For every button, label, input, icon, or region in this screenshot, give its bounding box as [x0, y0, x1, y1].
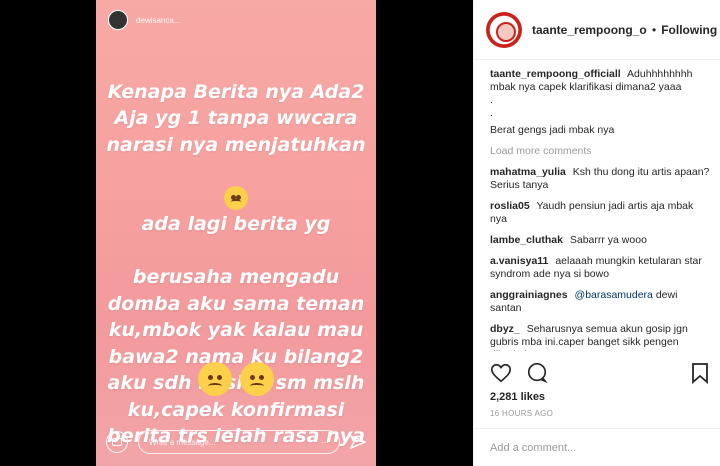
story-header: dewisanca...	[108, 10, 180, 30]
story-emojis	[96, 362, 376, 396]
bookmark-icon[interactable]	[690, 362, 710, 389]
story-text-part3: berusaha mengadu domba aku sama teman ku…	[107, 266, 365, 447]
story-message-placeholder: Write a message...	[149, 437, 216, 447]
caption-username[interactable]: taante_rempoong_officiall	[490, 68, 621, 80]
caption: taante_rempoong_officiall Aduhhhhhhhh mb…	[490, 68, 710, 137]
heart-icon[interactable]	[490, 362, 512, 389]
comment-item: a.vanisya11 aelaaah mungkin ketularan st…	[490, 255, 710, 281]
caption-line: .	[490, 94, 493, 106]
comment-username[interactable]: anggrainiagnes	[490, 289, 568, 301]
comments-list: taante_rempoong_officiall Aduhhhhhhhh mb…	[490, 68, 710, 359]
comment-item: lambe_cluthak Sabarrr ya wooo	[490, 234, 710, 247]
smirk-face-icon	[198, 362, 232, 396]
story-text-line-emoji: ada lagi berita yg	[106, 158, 366, 238]
comment-item: mahatma_yulia Ksh thu dong itu artis apa…	[490, 166, 710, 192]
story-text-part1: Kenapa Berita nya Ada2 Aja yg 1 tanpa ww…	[106, 80, 366, 156]
comment-item: dbyz_ Seharusnya semua akun gosip jgn gu…	[490, 323, 710, 351]
story-message-input: Write a message... ⋯	[138, 430, 340, 454]
following-button[interactable]: Following	[661, 23, 717, 37]
worried-face-icon	[240, 362, 274, 396]
author-avatar[interactable]	[486, 11, 522, 48]
comment-username[interactable]: mahatma_yulia	[490, 166, 566, 178]
comment-username[interactable]: a.vanisya11	[490, 255, 548, 267]
likes-count[interactable]: 2,281 likes	[490, 391, 545, 403]
more-icon: ⋯	[321, 437, 329, 447]
story-avatar	[108, 10, 128, 30]
add-comment-input[interactable]: Add a comment...	[474, 428, 720, 466]
story-text-part2: ada lagi berita yg	[141, 213, 331, 235]
post-sidebar: taante_rempoong_offic... • Following taa…	[473, 0, 720, 466]
comment-username[interactable]: dbyz_	[490, 323, 520, 335]
camera-icon	[106, 431, 128, 453]
post-media: dewisanca... Kenapa Berita nya Ada2 Aja …	[0, 0, 473, 466]
story-username: dewisanca...	[136, 15, 181, 25]
comment-mention[interactable]: @barasamudera	[575, 289, 653, 301]
comment-username[interactable]: roslia05	[490, 200, 530, 212]
comment-username[interactable]: lambe_cluthak	[490, 234, 563, 246]
separator-dot: •	[652, 22, 657, 37]
post-header: taante_rempoong_offic... • Following	[474, 0, 720, 60]
story-screenshot: dewisanca... Kenapa Berita nya Ada2 Aja …	[96, 0, 376, 466]
caption-line: Berat gengs jadi mbak nya	[490, 124, 615, 136]
comment-icon[interactable]	[526, 362, 548, 389]
post-actions	[490, 362, 710, 389]
send-icon	[350, 434, 366, 450]
comment-item: roslia05 Yaudh pensiun jadi artis aja mb…	[490, 200, 710, 226]
post-time: 16 HOURS AGO	[490, 409, 554, 418]
author-username[interactable]: taante_rempoong_offic...	[532, 23, 647, 37]
caption-line: .	[490, 107, 493, 119]
comment-item: anggrainiagnes @barasamudera dewi santan	[490, 289, 710, 315]
story-footer: Write a message... ⋯	[106, 430, 366, 454]
load-more-comments[interactable]: Load more comments	[490, 145, 710, 158]
comment-text: Sabarrr ya wooo	[569, 234, 647, 246]
tired-face-icon	[224, 186, 248, 210]
